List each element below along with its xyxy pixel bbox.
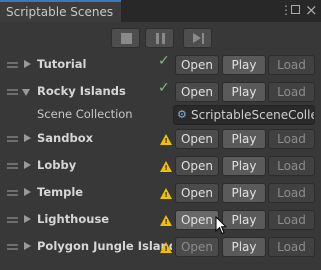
- open-button[interactable]: Open: [175, 183, 219, 203]
- scene-collection-value: ScriptableSceneColle: [191, 108, 315, 122]
- scene-collection-row: Scene Collection ⚙ ScriptableSceneColle: [0, 105, 321, 125]
- scene-name: Rocky Islands: [37, 84, 126, 98]
- maximize-icon[interactable]: [291, 5, 300, 14]
- expand-arrow-icon[interactable]: [24, 242, 31, 250]
- play-button[interactable]: Play: [222, 210, 266, 230]
- scene-row-polygon-jungle-island: Polygon Jungle Island ! Open Play Load: [0, 234, 321, 260]
- tab-scriptable-scenes[interactable]: Scriptable Scenes: [0, 0, 121, 22]
- open-button[interactable]: Open: [175, 210, 219, 230]
- pause-icon: [156, 33, 159, 44]
- scene-collection-label: Scene Collection: [37, 107, 133, 121]
- open-button[interactable]: Open: [175, 129, 219, 149]
- load-button[interactable]: Load: [268, 55, 315, 75]
- stop-icon: [121, 33, 132, 44]
- scene-row-lighthouse: Lighthouse ! Open Play Load: [0, 207, 321, 233]
- warning-icon: !: [160, 188, 172, 199]
- warning-icon: !: [160, 215, 172, 226]
- open-button[interactable]: Open: [175, 55, 219, 75]
- open-button[interactable]: Open: [175, 237, 219, 257]
- scene-name: Polygon Jungle Island: [37, 239, 172, 253]
- checkmark-icon: ✓: [158, 53, 170, 69]
- scriptable-object-icon: ⚙: [177, 108, 187, 121]
- load-button[interactable]: Load: [268, 237, 315, 257]
- close-icon[interactable]: ×: [305, 1, 318, 19]
- warning-icon: !: [160, 242, 172, 253]
- pause-button[interactable]: [145, 28, 174, 48]
- step-button[interactable]: [183, 28, 212, 48]
- play-button[interactable]: Play: [222, 156, 266, 176]
- scene-row-temple: Temple ! Open Play Load: [0, 180, 321, 206]
- scene-name: Sandbox: [37, 131, 94, 145]
- expand-arrow-icon[interactable]: [24, 161, 31, 169]
- expand-arrow-icon[interactable]: [24, 134, 31, 142]
- play-button[interactable]: Play: [222, 237, 266, 257]
- load-button[interactable]: Load: [268, 82, 315, 102]
- drag-handle-icon[interactable]: [7, 136, 18, 142]
- load-button[interactable]: Load: [268, 129, 315, 149]
- checkmark-icon: ✓: [158, 80, 170, 96]
- load-button[interactable]: Load: [268, 210, 315, 230]
- open-button[interactable]: Open: [175, 156, 219, 176]
- collapse-arrow-icon[interactable]: [22, 89, 30, 96]
- drag-handle-icon[interactable]: [7, 244, 18, 250]
- expand-arrow-icon[interactable]: [24, 215, 31, 223]
- drag-handle-icon[interactable]: [7, 62, 18, 68]
- window-title: Scriptable Scenes: [6, 5, 114, 19]
- load-button[interactable]: Load: [268, 156, 315, 176]
- expand-arrow-icon[interactable]: [24, 188, 31, 196]
- warning-icon: !: [160, 134, 172, 145]
- scene-name: Temple: [37, 185, 84, 199]
- expand-arrow-icon[interactable]: [24, 60, 31, 68]
- drag-handle-icon[interactable]: [7, 163, 18, 169]
- stop-button[interactable]: [111, 28, 140, 48]
- warning-icon: !: [160, 161, 172, 172]
- open-button[interactable]: Open: [175, 82, 219, 102]
- tab-bar: Scriptable Scenes ⋮ ×: [0, 0, 321, 22]
- play-button[interactable]: Play: [222, 183, 266, 203]
- scene-row-lobby: Lobby ! Open Play Load: [0, 153, 321, 179]
- scene-row-rocky-islands: Rocky Islands ✓ Open Play Load: [0, 79, 321, 105]
- scene-collection-field[interactable]: ⚙ ScriptableSceneColle: [173, 105, 315, 125]
- play-button[interactable]: Play: [222, 129, 266, 149]
- play-button[interactable]: Play: [222, 55, 266, 75]
- mouse-cursor-icon: [215, 216, 227, 235]
- scene-row-sandbox: Sandbox ! Open Play Load: [0, 126, 321, 152]
- drag-handle-icon[interactable]: [7, 89, 18, 95]
- scene-name: Lighthouse: [37, 212, 110, 226]
- play-button[interactable]: Play: [222, 82, 266, 102]
- scene-name: Lobby: [37, 158, 77, 172]
- drag-handle-icon[interactable]: [7, 190, 18, 196]
- playback-toolbar: [0, 22, 321, 52]
- drag-handle-icon[interactable]: [7, 217, 18, 223]
- load-button[interactable]: Load: [268, 183, 315, 203]
- step-icon: [193, 33, 201, 43]
- scene-row-tutorial: Tutorial ✓ Open Play Load: [0, 52, 321, 78]
- scene-name: Tutorial: [37, 57, 87, 71]
